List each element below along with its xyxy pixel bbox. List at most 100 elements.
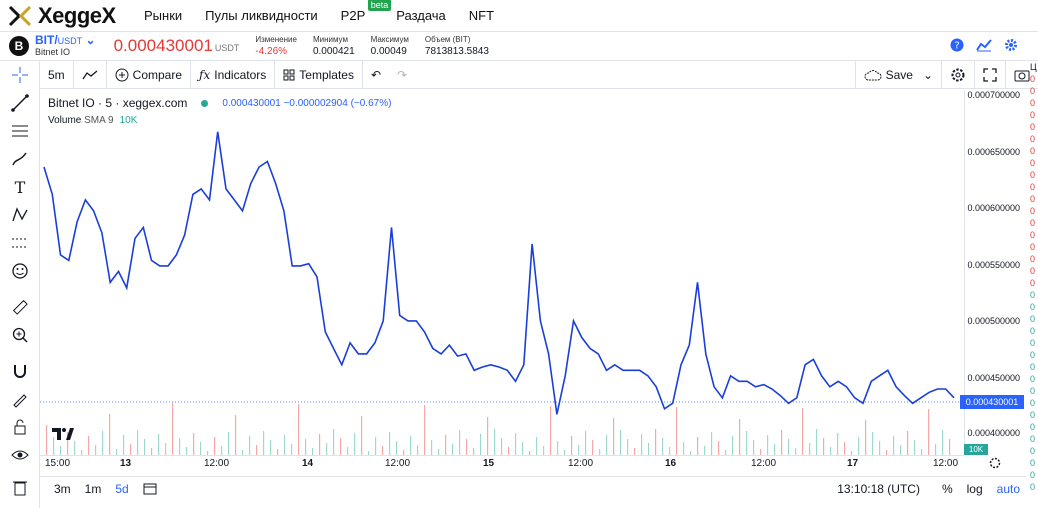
emoji-tool[interactable]	[0, 257, 40, 285]
save-button[interactable]: Save ⌄	[854, 61, 941, 89]
text-tool[interactable]: T	[0, 173, 40, 201]
range-1m[interactable]: 1m	[85, 482, 102, 496]
utc-clock[interactable]: 13:10:18 (UTC)	[837, 482, 920, 496]
auto-toggle[interactable]: auto	[997, 482, 1020, 496]
volume-bar	[739, 419, 741, 455]
visibility-tool[interactable]	[0, 441, 40, 469]
tradingview-logo	[52, 428, 74, 440]
brush-tool[interactable]	[0, 145, 40, 173]
interval-button[interactable]: 5m	[40, 60, 74, 89]
volume-bar	[781, 430, 783, 455]
trendline-tool[interactable]	[0, 89, 40, 117]
orderbook-row: 0	[1030, 146, 1036, 156]
orderbook-row: 0	[1030, 326, 1036, 336]
delete-tool[interactable]	[0, 473, 40, 501]
volume-bar	[221, 446, 223, 455]
volume-bar	[214, 437, 216, 455]
volume-bar	[179, 438, 181, 455]
last-price: 0.000430001 USDT	[113, 36, 240, 55]
chart-icon[interactable]	[976, 38, 992, 52]
nav-p2p[interactable]: P2P beta	[341, 0, 392, 23]
volume-bar	[914, 440, 916, 455]
crosshair-tool[interactable]	[0, 61, 40, 89]
volume-bar	[193, 433, 195, 455]
undo-button[interactable]: ↶	[363, 61, 389, 89]
volume-bar	[431, 440, 433, 455]
fullscreen-button[interactable]	[974, 61, 1005, 89]
volume-bar	[487, 417, 489, 455]
volume-bar	[200, 442, 202, 455]
ruler-tool[interactable]	[0, 293, 40, 321]
help-icon[interactable]: ?	[950, 38, 964, 52]
pair-name: BIT/USDT ⌄	[35, 32, 96, 47]
pattern-tool[interactable]	[0, 201, 40, 229]
volume-bar	[452, 444, 454, 455]
orderbook-row: 0	[1030, 74, 1036, 84]
volume-bar	[634, 448, 636, 455]
cloud-icon	[864, 70, 882, 81]
templates-button[interactable]: Templates	[275, 60, 363, 89]
stat-max: Максимум 0.00049	[370, 35, 409, 57]
price-axis-label: 0.000650000	[967, 147, 1020, 157]
orderbook-row: 0	[1030, 122, 1036, 132]
grid-icon	[283, 69, 295, 80]
orderbook-row: 0	[1030, 386, 1036, 396]
price-chart[interactable]	[40, 90, 964, 455]
gear-icon[interactable]	[1004, 38, 1018, 52]
lock-tool[interactable]	[0, 413, 40, 441]
lock-draw-tool[interactable]	[0, 385, 40, 413]
price-axis-label: 0.000400000	[967, 428, 1020, 438]
nav-markets[interactable]: Рынки	[144, 8, 182, 23]
time-label: 12:00	[385, 458, 411, 469]
volume-legend[interactable]: Volume SMA 9 10K	[48, 115, 137, 126]
calendar-range-icon[interactable]	[143, 482, 159, 496]
brand-logo[interactable]: XeggeX	[8, 3, 128, 29]
orderbook-row: 0	[1030, 158, 1036, 168]
volume-bars	[46, 403, 951, 455]
volume-bar	[501, 438, 503, 455]
range-3m[interactable]: 3m	[54, 482, 71, 496]
compare-button[interactable]: Compare	[107, 60, 192, 89]
range-5d[interactable]: 5d	[115, 482, 128, 496]
orderbook-row: 0	[1030, 242, 1036, 252]
settings-button[interactable]	[941, 61, 974, 89]
volume-bar	[928, 409, 930, 455]
nav-airdrop[interactable]: Раздача	[396, 8, 446, 23]
prediction-tool[interactable]	[0, 229, 40, 257]
volume-bar	[613, 418, 615, 455]
stat-volume: Объем (BIT) 7813813.5843	[424, 35, 489, 57]
orderbook-header: Ц	[1030, 62, 1037, 72]
volume-bar	[592, 440, 594, 455]
percent-toggle[interactable]: %	[942, 482, 953, 496]
volume-bar	[662, 438, 664, 455]
log-toggle[interactable]: log	[967, 482, 983, 496]
indicators-button[interactable]: ƒx Indicators	[191, 60, 276, 89]
nav-liquidity-pools[interactable]: Пулы ликвидности	[205, 8, 318, 23]
time-axis[interactable]: 15:00 13 12:00 14 12:00 15 12:00 16 12:0…	[40, 455, 964, 471]
orderbook-row: 0	[1030, 398, 1036, 408]
nav-nft[interactable]: NFT	[469, 8, 494, 23]
volume-bar	[711, 432, 713, 455]
redo-button[interactable]: ↷	[389, 61, 415, 89]
volume-bar	[60, 446, 62, 455]
text-icon: T	[15, 178, 26, 196]
chart-type-button[interactable]	[74, 60, 107, 89]
volume-bar	[361, 416, 363, 455]
bottom-right-controls: 13:10:18 (UTC) % log auto	[837, 482, 1020, 496]
volume-bar	[298, 404, 300, 455]
volume-bar	[284, 435, 286, 455]
volume-bar	[578, 445, 580, 455]
volume-bar	[802, 408, 804, 455]
volume-bar	[459, 430, 461, 455]
fib-tool[interactable]	[0, 117, 40, 145]
volume-bar	[333, 429, 335, 455]
orderbook-strip: Ц 0 0 0 0 0 0 0 0 0 0 0 0 0 0 0 0 0 0 0 0 0 0 0 0 0 0 0 0 0 0 0 0 0 0 0	[1026, 61, 1038, 508]
stat-change: Изменение -4.26%	[255, 35, 297, 57]
zoom-tool[interactable]	[0, 321, 40, 349]
pair-selector[interactable]: BIT/USDT ⌄ Bitnet IO	[35, 32, 96, 58]
volume-bar	[158, 434, 160, 455]
axis-settings-icon[interactable]	[988, 456, 1002, 470]
legend-title[interactable]: Bitnet IO · 5 · xeggex.com	[48, 96, 187, 110]
magnet-tool[interactable]	[0, 357, 40, 385]
chevron-down-icon: ⌄	[922, 68, 933, 82]
